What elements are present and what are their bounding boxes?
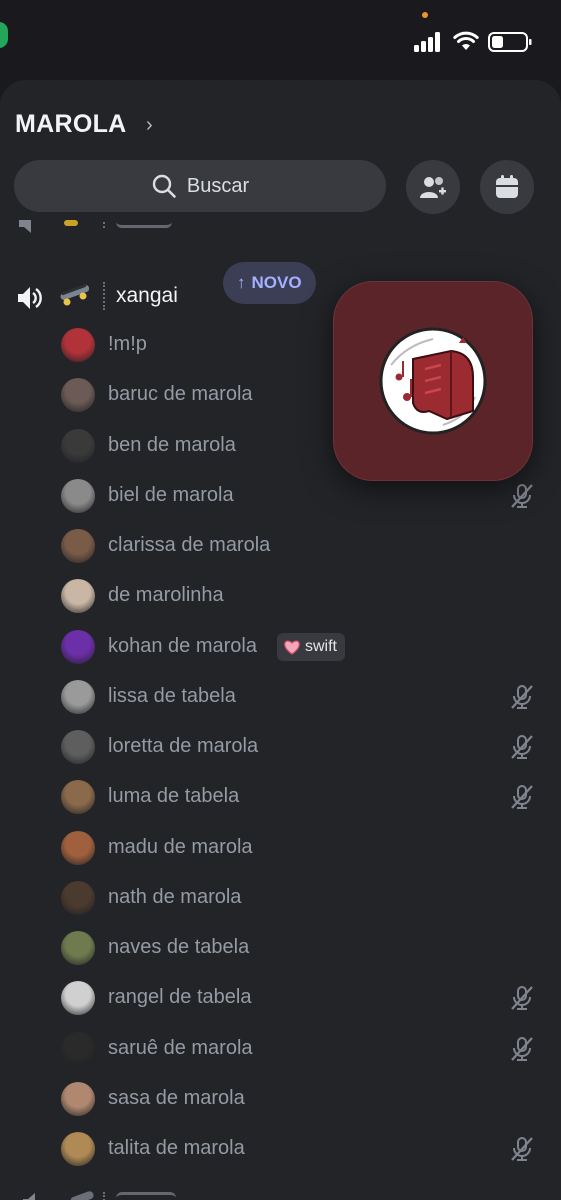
channel-divider [103,1192,105,1200]
add-member-icon [420,177,446,198]
discord-screen: MAROLA › Buscar xangai ↑ NOVO !m!p baruc… [0,0,561,1200]
member-row[interactable]: de marolinha [0,571,561,621]
channel-name-cut [116,220,172,228]
skateboard-icon [60,284,90,306]
channel-name-cut [116,1192,176,1200]
server-title[interactable]: MAROLA [15,110,127,139]
avatar[interactable] [61,780,95,815]
channel-divider [103,220,105,228]
channel-emoji-icon [64,220,78,226]
avatar[interactable] [61,830,95,865]
server-panel: MAROLA › Buscar xangai ↑ NOVO !m!p baruc… [0,80,561,1200]
member-name: !m!p [108,333,147,355]
events-button[interactable] [480,160,534,214]
member-row[interactable]: lissa de tabela [0,672,561,722]
avatar[interactable] [61,1031,95,1066]
member-tag-label: swift [305,637,337,655]
events-calendar-icon [496,175,518,198]
status-bar [0,0,561,80]
member-row[interactable]: loretta de marola [0,722,561,772]
mic-muted-icon [511,986,533,1011]
mic-muted-icon [511,735,533,759]
privacy-indicator-dot [422,12,428,18]
member-name: baruc de marola [108,383,253,406]
mic-muted-icon [511,483,533,508]
member-name: lissa de tabela [108,684,236,707]
member-row[interactable]: nath de marola [0,873,561,923]
channel-emoji-icon [69,1190,95,1200]
member-row[interactable]: kohan de marola swift [0,622,561,672]
avatar[interactable] [61,579,95,614]
member-tag[interactable]: swift [277,632,345,661]
speaker-icon [18,287,42,309]
member-name: nath de marola [108,885,242,908]
member-name: biel de marola [108,483,234,506]
avatar[interactable] [61,931,95,965]
member-name: loretta de marola [108,735,259,757]
member-name: kohan de marola [108,634,257,657]
member-name: ben de marola [108,433,236,456]
avatar[interactable] [61,1081,95,1116]
avatar[interactable] [61,981,95,1016]
member-row[interactable]: madu de marola [0,823,561,873]
avatar[interactable] [61,529,95,563]
speaker-icon [19,220,31,233]
member-row[interactable]: rangel de tabela [0,973,561,1023]
avatar[interactable] [61,428,95,463]
server-logo-icon [379,327,487,435]
next-channel-row[interactable] [0,1180,561,1200]
previous-channel-row[interactable] [0,220,561,244]
avatar[interactable] [61,679,95,714]
channel-name: xangai [116,284,178,307]
member-name: sasa de marola [108,1086,245,1109]
avatar[interactable] [61,478,95,513]
heart-icon [284,639,300,655]
mic-muted-icon [511,785,533,810]
speaker-icon [23,1193,35,1200]
invite-members-button[interactable] [406,160,460,214]
arrow-up-icon: ↑ [237,273,246,292]
avatar[interactable] [61,629,95,664]
mic-muted-icon [511,1137,533,1161]
avatar[interactable] [61,328,95,362]
channel-divider [103,282,105,310]
member-name: talita de marola [108,1137,245,1159]
member-name: de marolinha [108,584,224,607]
signal-icon [414,32,442,52]
mic-muted-icon [511,1036,533,1061]
avatar[interactable] [61,1132,95,1166]
avatar[interactable] [61,880,95,915]
mic-muted-icon [511,684,533,709]
new-messages-badge[interactable]: ↑ NOVO [223,262,316,304]
search-icon [152,174,176,198]
server-icon-preview[interactable] [333,281,533,481]
member-row[interactable]: clarissa de marola [0,521,561,571]
member-row[interactable]: sasa de marola [0,1074,561,1124]
search-button[interactable]: Buscar [14,160,386,212]
chevron-right-icon[interactable]: › [146,114,153,137]
search-label: Buscar [186,174,250,197]
member-name: rangel de tabela [108,986,252,1009]
active-call-indicator[interactable] [0,22,8,48]
avatar[interactable] [61,730,95,764]
avatar[interactable] [61,378,95,413]
member-name: saruê de marola [108,1036,253,1059]
member-row[interactable]: talita de marola [0,1124,561,1174]
member-name: naves de tabela [108,936,250,958]
member-row[interactable]: saruê de marola [0,1024,561,1074]
wifi-icon [453,31,479,50]
member-row[interactable]: luma de tabela [0,772,561,822]
battery-icon [488,32,532,52]
new-badge-label: NOVO [251,273,302,292]
member-row[interactable]: naves de tabela [0,923,561,973]
member-name: luma de tabela [108,785,240,808]
member-name: madu de marola [108,835,253,858]
member-name: clarissa de marola [108,534,271,556]
